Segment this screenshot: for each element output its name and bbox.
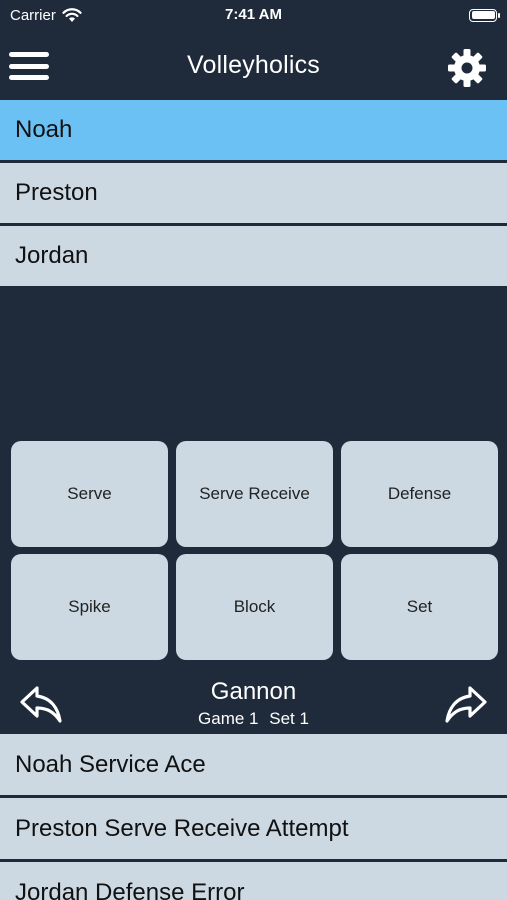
page-title: Volleyholics <box>186 50 321 79</box>
status-time: 7:41 AM <box>225 6 282 23</box>
battery-icon <box>469 8 500 22</box>
log-item[interactable]: Preston Serve Receive Attempt <box>0 798 507 859</box>
serve-button[interactable]: Serve <box>11 441 168 547</box>
game-set-info: Game 1 Set 1 <box>0 709 507 729</box>
player-row-jordan[interactable]: Jordan <box>0 226 507 286</box>
block-button[interactable]: Block <box>176 554 333 660</box>
player-row-noah[interactable]: Noah <box>0 100 507 160</box>
player-list: Noah Preston Jordan <box>0 100 507 289</box>
action-log-list: Noah Service Ace Preston Serve Receive A… <box>0 734 507 900</box>
set-button[interactable]: Set <box>341 554 498 660</box>
hamburger-icon-line <box>9 63 49 69</box>
action-grid: Serve Serve Receive Defense Spike Block … <box>11 441 498 660</box>
log-item[interactable]: Noah Service Ace <box>0 734 507 795</box>
menu-button[interactable] <box>9 52 49 82</box>
hamburger-icon-line <box>9 52 49 57</box>
serve-receive-button[interactable]: Serve Receive <box>176 441 333 547</box>
hamburger-icon-line <box>9 75 49 80</box>
status-bar: Carrier 7:41 AM <box>0 0 507 30</box>
log-item[interactable]: Jordan Defense Error <box>0 862 507 900</box>
nav-bar: Volleyholics <box>0 30 507 100</box>
defense-button[interactable]: Defense <box>341 441 498 547</box>
game-label: Game 1 <box>198 709 259 728</box>
set-label: Set 1 <box>269 709 309 728</box>
redo-arrow-icon[interactable] <box>443 682 489 726</box>
player-row-preston[interactable]: Preston <box>0 163 507 223</box>
current-player-name: Gannon <box>210 678 297 705</box>
spike-button[interactable]: Spike <box>11 554 168 660</box>
footer-bar: Gannon Game 1 Set 1 <box>0 672 507 734</box>
gear-icon[interactable] <box>447 48 487 88</box>
